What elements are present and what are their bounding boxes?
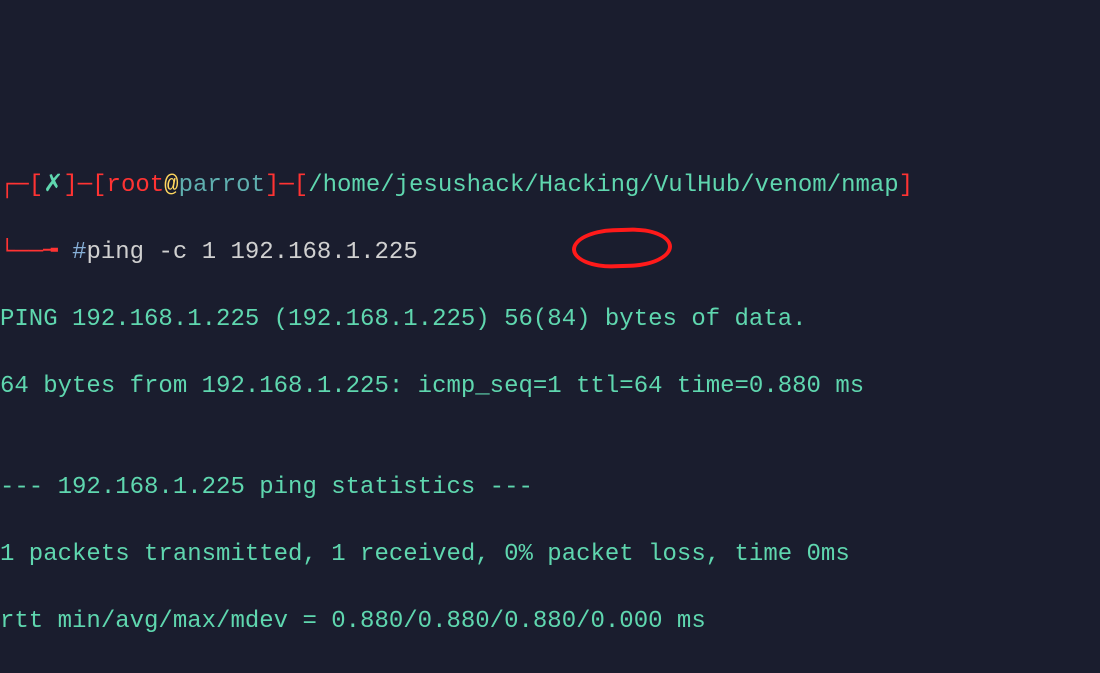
ping-stats-packets: 1 packets transmitted, 1 received, 0% pa…: [0, 538, 1100, 572]
ping-reply-before: 64 bytes from 192.168.1.225: icmp_seq=1: [0, 373, 576, 400]
prompt-at: @: [164, 172, 178, 199]
ping-header: PING 192.168.1.225 (192.168.1.225) 56(84…: [0, 303, 1100, 337]
prompt-line-1: ┌─[✗]─[root@parrot]─[/home/jesushack/Hac…: [0, 169, 1100, 203]
ping-reply: 64 bytes from 192.168.1.225: icmp_seq=1 …: [0, 370, 1100, 404]
prompt-host: parrot: [179, 172, 265, 199]
prompt-line2-prefix: └──╼: [0, 239, 72, 266]
prompt-user: root: [107, 172, 165, 199]
prompt-x-symbol: ✗: [43, 172, 63, 199]
prompt-line-2: └──╼ #ping -c 1 192.168.1.225: [0, 236, 1100, 270]
ping-stats-rtt: rtt min/avg/max/mdev = 0.880/0.880/0.880…: [0, 605, 1100, 639]
prompt-hash: #: [72, 239, 86, 266]
prompt-prefix4: ]: [899, 172, 913, 199]
ping-reply-after: time=0.880 ms: [663, 373, 865, 400]
prompt-prefix2: ]─[: [63, 172, 106, 199]
prompt-prefix3: ]─[: [265, 172, 308, 199]
ping-stats-header: --- 192.168.1.225 ping statistics ---: [0, 471, 1100, 505]
command-text: ping -c 1 192.168.1.225: [86, 239, 417, 266]
ping-ttl-highlight: ttl=64: [576, 373, 662, 400]
prompt-prefix1: ┌─[: [0, 172, 43, 199]
terminal-output[interactable]: ┌─[✗]─[root@parrot]─[/home/jesushack/Hac…: [0, 0, 1100, 673]
prompt-path: /home/jesushack/Hacking/VulHub/venom/nma…: [308, 172, 899, 199]
